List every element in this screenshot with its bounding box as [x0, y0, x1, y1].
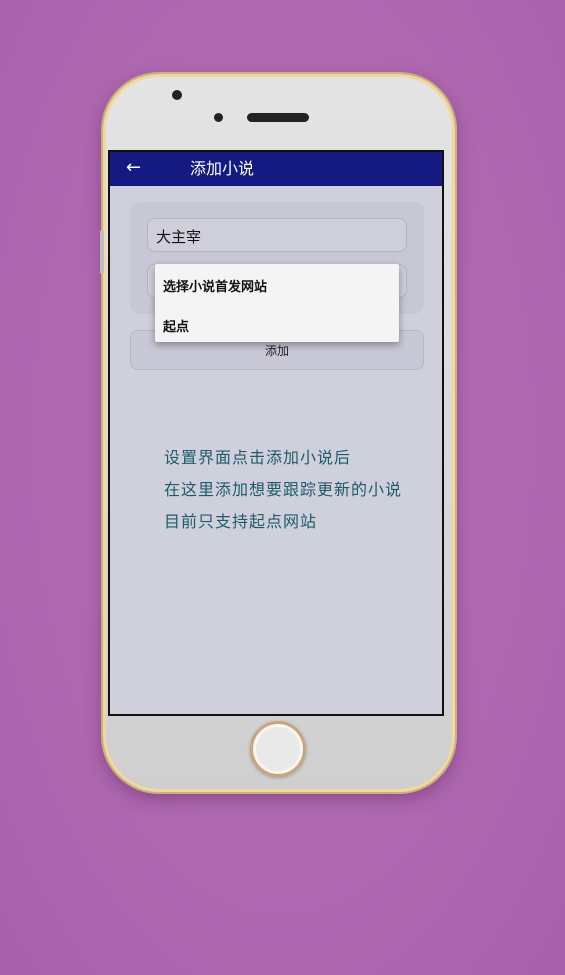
help-line-3: 目前只支持起点网站	[164, 512, 318, 531]
app-bar: ← 添加小说	[110, 152, 442, 186]
novel-name-input[interactable]: 大主宰	[147, 218, 407, 252]
phone-screen: ← 添加小说 大主宰 添加 选择小说首发网站 起点 设置界面点击添加小说后 在这…	[108, 150, 444, 716]
volume-key	[100, 230, 104, 274]
home-button[interactable]	[250, 721, 306, 777]
page-title: 添加小说	[190, 159, 255, 178]
dropdown-header: 选择小说首发网站	[163, 280, 268, 295]
front-camera	[214, 113, 223, 122]
help-line-1: 设置界面点击添加小说后	[164, 448, 352, 467]
back-arrow-icon[interactable]: ←	[126, 156, 141, 180]
help-line-2: 在这里添加想要跟踪更新的小说	[164, 480, 403, 499]
dropdown-option-qidian[interactable]: 起点	[163, 316, 189, 335]
front-sensor	[172, 90, 182, 100]
earpiece-speaker	[247, 113, 309, 122]
website-dropdown-menu: 选择小说首发网站 起点	[155, 264, 399, 342]
help-text: 设置界面点击添加小说后 在这里添加想要跟踪更新的小说 目前只支持起点网站	[164, 442, 434, 538]
